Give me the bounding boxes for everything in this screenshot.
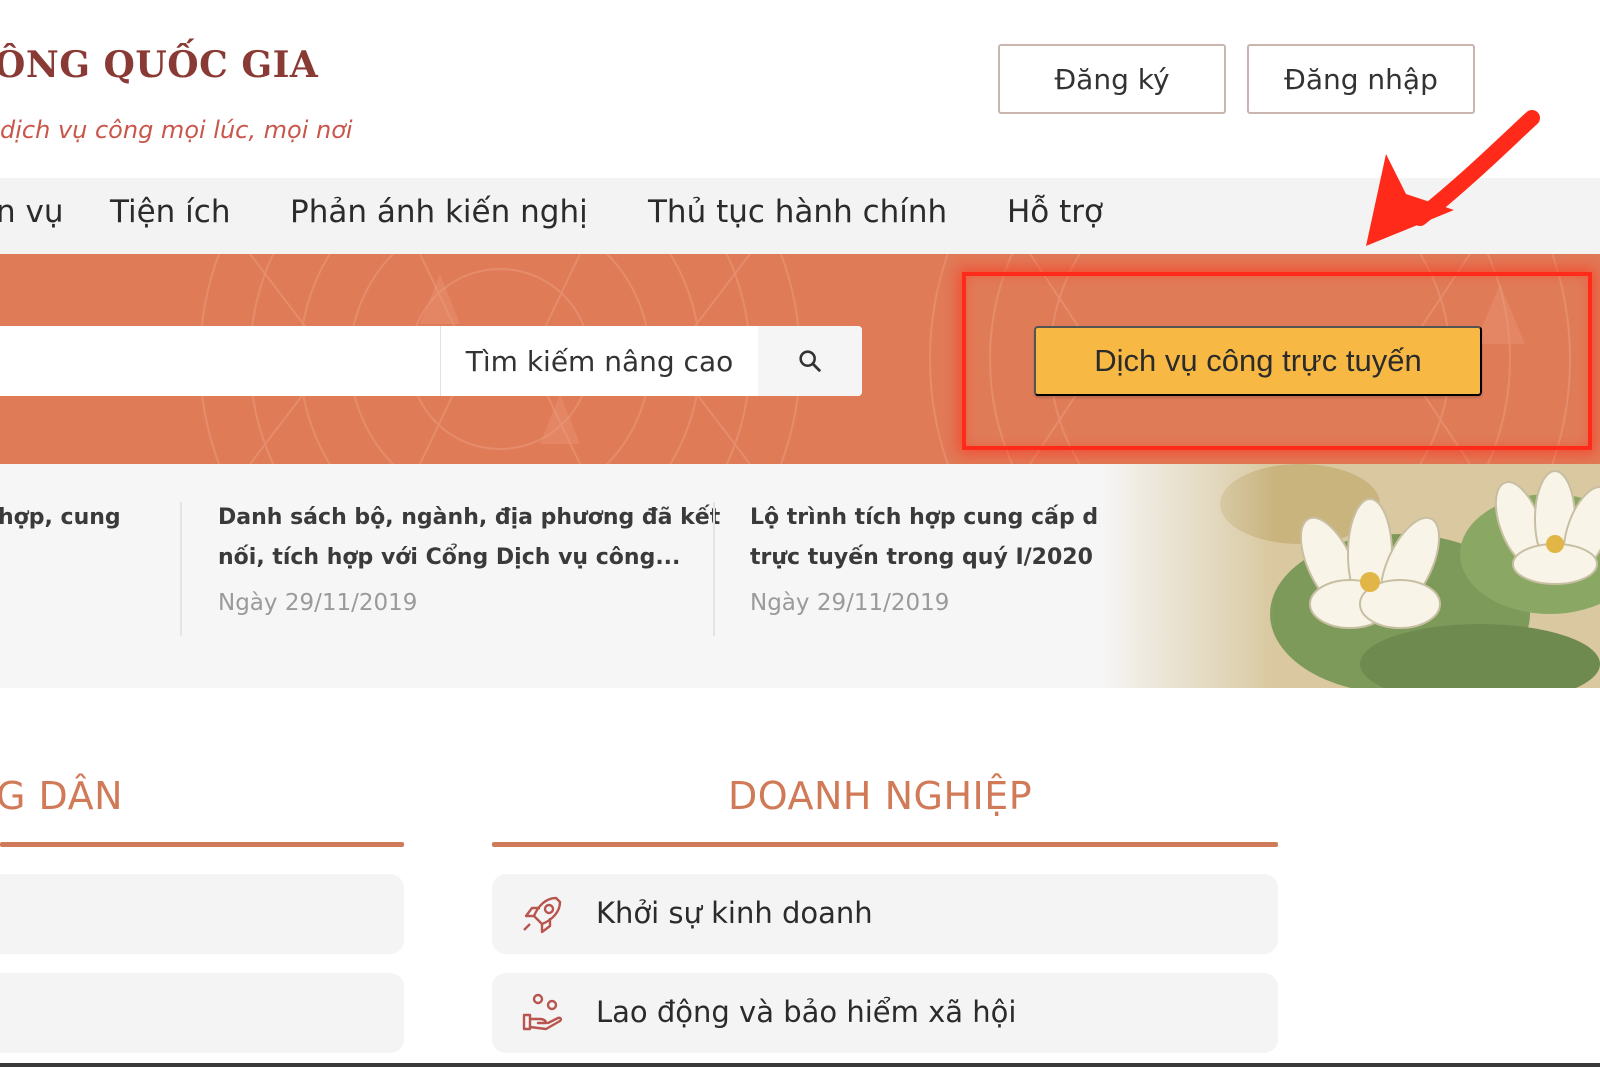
news-title: hợp, cung [0, 505, 121, 530]
search-button[interactable] [758, 326, 862, 396]
citizen-card[interactable] [0, 874, 404, 954]
search-box: Tìm kiếm nâng cao [0, 326, 862, 396]
site-slogan: dịch vụ công mọi lúc, mọi nơi [0, 116, 353, 144]
rocket-icon [523, 896, 562, 934]
business-item-label: Lao động và bảo hiểm xã hội [596, 995, 1017, 1029]
bottom-edge-bar [0, 1063, 1600, 1067]
nav-item-feedback[interactable]: Phản ánh kiến nghị [290, 194, 588, 230]
business-item-startup[interactable]: Khởi sự kinh doanh [492, 874, 1278, 954]
login-button[interactable]: Đăng nhập [1247, 44, 1475, 114]
section-underline [0, 842, 404, 847]
nav-item-procedures[interactable]: Thủ tục hành chính [648, 194, 947, 230]
news-divider [713, 502, 715, 636]
news-item[interactable]: hợp, cung [0, 498, 121, 538]
business-item-labor[interactable]: Lao động và bảo hiểm xã hội [492, 973, 1278, 1053]
news-strip: hợp, cung Danh sách bộ, ngành, địa phươn… [0, 464, 1600, 688]
section-underline [492, 842, 1278, 847]
search-icon [799, 350, 821, 372]
news-title: Danh sách bộ, ngành, địa phương đã kết n… [218, 505, 721, 570]
business-item-label: Khởi sự kinh doanh [596, 896, 873, 930]
search-banner: Tìm kiếm nâng cao Dịch vụ công trực tuyế… [0, 254, 1600, 464]
nav-item-support[interactable]: Hỗ trợ [1007, 194, 1103, 230]
advanced-search-button[interactable]: Tìm kiếm nâng cao [440, 326, 758, 396]
nav-item-utilities[interactable]: Tiện ích [110, 194, 230, 230]
news-item[interactable]: Danh sách bộ, ngành, địa phương đã kết n… [218, 498, 720, 616]
citizen-card[interactable] [0, 973, 404, 1053]
site-title[interactable]: ÔNG QUỐC GIA [0, 44, 318, 86]
annotation-arrow-icon [1366, 110, 1540, 246]
news-date: Ngày 29/11/2019 [218, 590, 418, 616]
register-button[interactable]: Đăng ký [998, 44, 1226, 114]
section-title-citizen[interactable]: G DÂN [0, 774, 123, 818]
section-title-business[interactable]: DOANH NGHIỆP [728, 774, 1032, 818]
online-public-service-button[interactable]: Dịch vụ công trực tuyến [1034, 326, 1482, 396]
search-input[interactable] [0, 326, 440, 396]
hand-people-icon [522, 993, 563, 1031]
nav-item-services[interactable]: n vụ [0, 194, 64, 230]
news-divider [180, 502, 182, 636]
lotus-illustration [1100, 464, 1600, 688]
